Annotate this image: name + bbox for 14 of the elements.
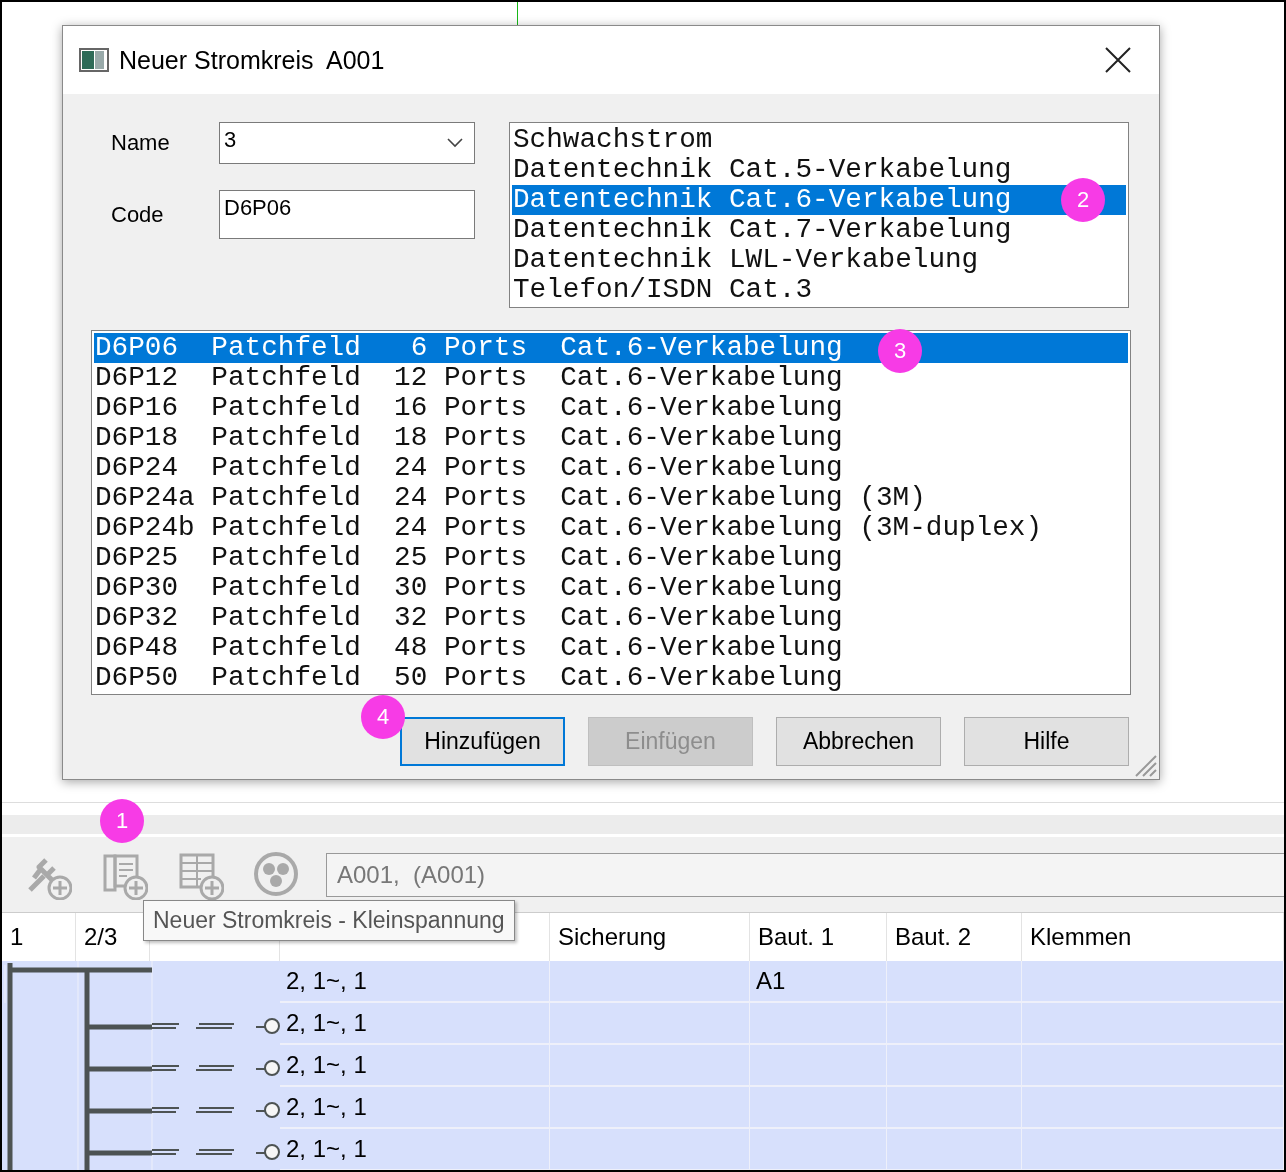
table-cell: A1 xyxy=(750,961,887,1003)
step-number-badge: 2 xyxy=(1061,178,1105,222)
tooltip: Neuer Stromkreis - Kleinspannung xyxy=(143,900,515,941)
table-cell: 2, 1~, 1 xyxy=(280,1045,550,1087)
table-cell: 2, 1~, 1 xyxy=(280,1129,550,1170)
step-number-badge: 1 xyxy=(100,798,144,843)
table-cell: 2, 1~, 1 xyxy=(280,1087,550,1129)
table-cell: 2, 1~, 1 xyxy=(280,961,550,1003)
step-number-badge: 3 xyxy=(878,329,922,373)
dialog-title: Neuer Stromkreis A001 xyxy=(119,45,386,75)
field-label: Name xyxy=(110,130,171,156)
table-cell: 2, 1~, 1 xyxy=(280,1003,550,1045)
field-label: Code xyxy=(110,201,165,228)
step-number-badge: 4 xyxy=(361,695,405,739)
